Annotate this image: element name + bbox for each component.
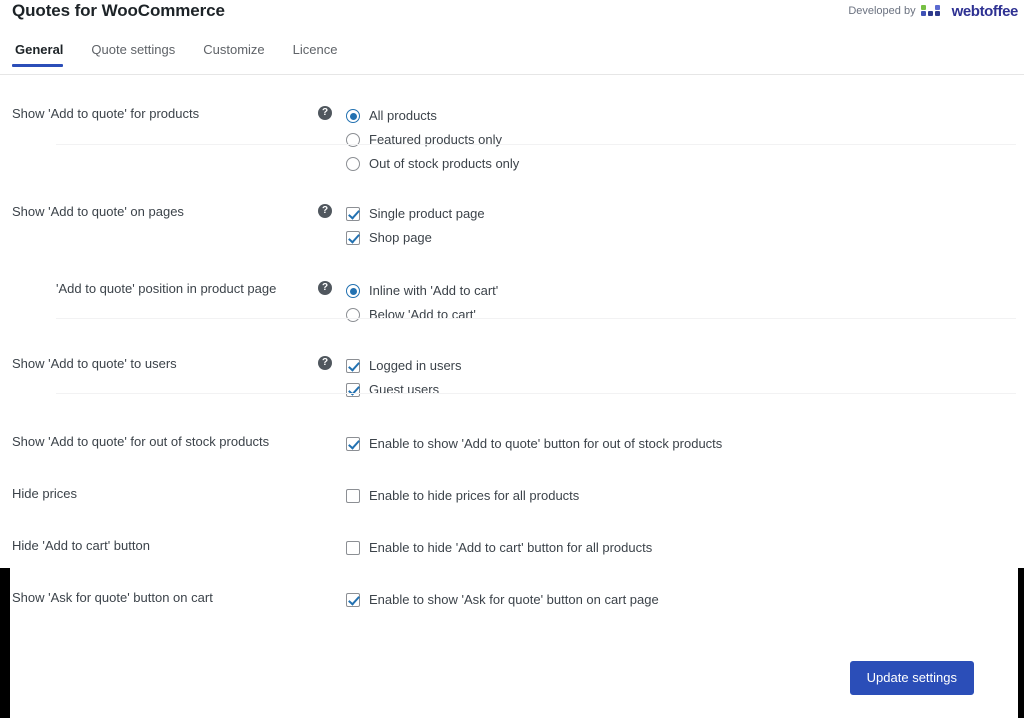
setting-controls: Enable to hide 'Add to cart' button for … xyxy=(346,535,1024,560)
settings-tabs: General Quote settings Customize Licence xyxy=(0,42,1024,74)
option-label: Single product page xyxy=(369,206,485,221)
radio-option[interactable]: All products xyxy=(346,104,1024,128)
tab-customize[interactable]: Customize xyxy=(189,42,278,67)
checkbox-unchecked-icon[interactable] xyxy=(346,489,360,503)
setting-label: Show 'Add to quote' on pages xyxy=(12,204,184,219)
setting-row: 'Add to quote' position in product page?… xyxy=(0,278,1024,330)
setting-label: Show 'Ask for quote' button on cart xyxy=(12,590,213,605)
option-label: Enable to show 'Ask for quote' button on… xyxy=(369,592,659,607)
help-column: ? xyxy=(318,201,346,218)
option-label: Shop page xyxy=(369,230,432,245)
setting-label: Hide prices xyxy=(12,486,78,501)
setting-row: Show 'Ask for quote' button on cart Enabl… xyxy=(0,587,1024,639)
checkbox-checked-icon[interactable] xyxy=(346,231,360,245)
help-column xyxy=(318,431,346,434)
setting-row: Show 'Add to quote' to users? Logged in u… xyxy=(0,353,1024,405)
help-column xyxy=(318,587,346,590)
setting-row: Show 'Add to quote' for out of stock pro… xyxy=(0,431,1024,483)
setting-label: Show 'Add to quote' for products xyxy=(12,106,200,121)
checkbox-unchecked-icon[interactable] xyxy=(346,541,360,555)
checkbox-option[interactable]: Guest users xyxy=(346,378,1024,402)
section-divider xyxy=(56,393,1016,394)
help-column: ? xyxy=(318,353,346,370)
brand-credit: Developed by webtoffee xyxy=(848,2,1018,20)
checkbox-option[interactable]: Enable to show 'Ask for quote' button on… xyxy=(346,588,1024,612)
option-label: Out of stock products only xyxy=(369,156,520,171)
checkbox-option[interactable]: Single product page xyxy=(346,202,1024,226)
setting-label: 'Add to quote' position in product page xyxy=(56,281,277,296)
help-column: ? xyxy=(318,278,346,295)
checkbox-checked-icon[interactable] xyxy=(346,207,360,221)
option-label: Featured products only xyxy=(369,132,502,147)
option-label: Guest users xyxy=(369,382,440,397)
page-header: Quotes for WooCommerce Developed by webt… xyxy=(0,0,1024,34)
tab-quote-settings[interactable]: Quote settings xyxy=(77,42,189,67)
checkbox-option[interactable]: Shop page xyxy=(346,226,1024,250)
setting-controls: Logged in users Guest users xyxy=(346,353,1024,402)
option-label: Enable to show 'Add to quote' button for… xyxy=(369,436,723,451)
setting-row: Hide 'Add to cart' button Enable to hide … xyxy=(0,535,1024,587)
settings-page: Quotes for WooCommerce Developed by webt… xyxy=(0,0,1024,718)
radio-unchecked-icon[interactable] xyxy=(346,308,360,322)
radio-option[interactable]: Featured products only xyxy=(346,128,1024,152)
update-settings-button[interactable]: Update settings xyxy=(849,661,974,695)
setting-controls: All products Featured products only Out of… xyxy=(346,103,1024,176)
viewport-edge-right xyxy=(1018,568,1024,718)
viewport-edge-left xyxy=(0,568,10,718)
setting-row: Hide prices Enable to hide prices for all… xyxy=(0,483,1024,535)
setting-controls: Single product page Shop page xyxy=(346,201,1024,250)
page-title: Quotes for WooCommerce xyxy=(12,1,225,20)
checkbox-checked-icon[interactable] xyxy=(346,383,360,397)
section-divider xyxy=(56,318,1016,319)
webtoffee-logo-icon xyxy=(920,4,947,18)
help-column xyxy=(318,483,346,486)
setting-row: Show 'Add to quote' on pages? Single prod… xyxy=(0,201,1024,253)
setting-controls: Enable to show 'Add to quote' button for… xyxy=(346,431,1024,456)
help-icon[interactable]: ? xyxy=(318,281,332,295)
setting-controls: Enable to show 'Ask for quote' button on… xyxy=(346,587,1024,612)
setting-label: Hide 'Add to cart' button xyxy=(12,538,150,553)
form-actions: Update settings xyxy=(849,661,974,695)
setting-controls: Enable to hide prices for all products xyxy=(346,483,1024,508)
radio-option[interactable]: Below 'Add to cart' xyxy=(346,303,1024,327)
radio-checked-icon[interactable] xyxy=(346,284,360,298)
setting-label: Show 'Add to quote' for out of stock pro… xyxy=(12,434,270,449)
checkbox-option[interactable]: Enable to hide 'Add to cart' button for … xyxy=(346,536,1024,560)
brand-name: webtoffee xyxy=(951,2,1019,20)
checkbox-checked-icon[interactable] xyxy=(346,437,360,451)
option-label: Below 'Add to cart' xyxy=(369,307,476,322)
help-icon[interactable]: ? xyxy=(318,356,332,370)
option-label: Enable to hide 'Add to cart' button for … xyxy=(369,540,653,555)
setting-controls: Inline with 'Add to cart' Below 'Add to c… xyxy=(346,278,1024,327)
help-column xyxy=(318,535,346,538)
radio-option[interactable]: Inline with 'Add to cart' xyxy=(346,279,1024,303)
radio-unchecked-icon[interactable] xyxy=(346,157,360,171)
option-label: Inline with 'Add to cart' xyxy=(369,283,499,298)
option-label: All products xyxy=(369,108,437,123)
tab-general[interactable]: General xyxy=(12,42,77,67)
checkbox-checked-icon[interactable] xyxy=(346,359,360,373)
checkbox-option[interactable]: Logged in users xyxy=(346,354,1024,378)
radio-checked-icon[interactable] xyxy=(346,109,360,123)
setting-label: Show 'Add to quote' to users xyxy=(12,356,177,371)
help-column: ? xyxy=(318,103,346,120)
radio-option[interactable]: Out of stock products only xyxy=(346,152,1024,176)
section-divider xyxy=(56,144,1016,145)
help-icon[interactable]: ? xyxy=(318,204,332,218)
option-label: Logged in users xyxy=(369,358,462,373)
checkbox-option[interactable]: Enable to show 'Add to quote' button for… xyxy=(346,432,1024,456)
setting-row: Show 'Add to quote' for products? All pro… xyxy=(0,103,1024,176)
checkbox-checked-icon[interactable] xyxy=(346,593,360,607)
developed-by-label: Developed by xyxy=(848,5,916,17)
tab-licence[interactable]: Licence xyxy=(279,42,352,67)
help-icon[interactable]: ? xyxy=(318,106,332,120)
option-label: Enable to hide prices for all products xyxy=(369,488,580,503)
checkbox-option[interactable]: Enable to hide prices for all products xyxy=(346,484,1024,508)
tabs-divider xyxy=(0,74,1024,75)
